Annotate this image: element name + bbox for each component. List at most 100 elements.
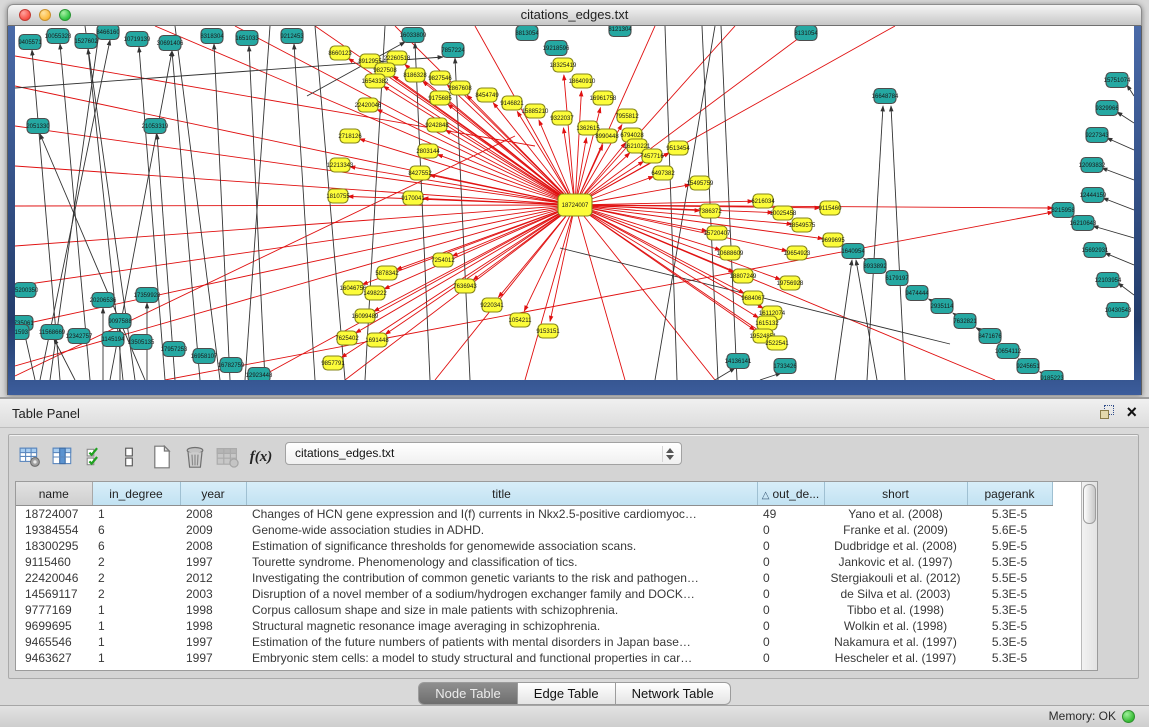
cell-in_degree: 1	[92, 634, 180, 650]
network-window: citations_edges.txt 86601238912955222605…	[7, 4, 1142, 395]
graph-node-label: 9146821	[500, 101, 524, 107]
citation-edge-red	[374, 205, 575, 311]
cell-name: 9115460	[16, 554, 92, 570]
column-header-title[interactable]: title	[246, 482, 757, 506]
citation-edge-black	[415, 43, 430, 380]
memory-ok-icon[interactable]	[1122, 710, 1135, 723]
cell-short: Franke et al. (2009)	[824, 522, 967, 538]
table-scrollbar-thumb[interactable]	[1083, 484, 1096, 524]
graph-node-label: 15692931	[1082, 248, 1109, 254]
table-row[interactable]: 2242004622012Investigating the contribut…	[16, 570, 1052, 586]
column-header-name[interactable]: name	[16, 482, 92, 506]
graph-node-label: 8131054	[794, 31, 818, 37]
graph-node-label: 1054211	[509, 318, 533, 324]
graph-node-label: 10025458	[770, 211, 797, 217]
table-panel-body: f(x) citations_edges.txt namein_degreeye…	[0, 428, 1149, 705]
column-header-out_de[interactable]: △out_de...	[757, 482, 824, 506]
node-table: namein_degreeyeartitle△out_de...shortpag…	[15, 481, 1098, 671]
cell-year: 1997	[180, 634, 246, 650]
select-all-rows-icon[interactable]	[81, 442, 111, 472]
graph-node-label: 8813054	[515, 31, 539, 37]
citation-network-canvas[interactable]: 8660123891295522260518982750881863289827…	[15, 26, 1134, 380]
table-row[interactable]: 911546021997Tourette syndrome. Phenomeno…	[16, 554, 1052, 570]
citation-edge-red	[155, 26, 575, 205]
table-row[interactable]: 1830029562008Estimation of significance …	[16, 538, 1052, 554]
graph-node-label: 7625402	[335, 336, 359, 342]
graph-node-label: 1691448	[365, 338, 389, 344]
table-row[interactable]: 1872400712008Changes of HCN gene express…	[16, 506, 1052, 523]
close-window-icon[interactable]	[19, 9, 31, 21]
graph-node-label: 16210643	[1070, 221, 1097, 227]
cell-year: 2003	[180, 586, 246, 602]
table-row[interactable]: 977716911998Corpus callosum shape and si…	[16, 602, 1052, 618]
citation-edge-black	[1118, 283, 1134, 295]
cell-pagerank: 5.3E-5	[967, 506, 1052, 523]
cell-year: 1998	[180, 602, 246, 618]
cell-pagerank: 5.3E-5	[967, 586, 1052, 602]
table-tabs: Node Table Edge Table Network Table	[9, 682, 1140, 705]
import-table-icon	[213, 442, 243, 472]
table-settings-icon[interactable]	[15, 442, 45, 472]
cell-pagerank: 5.3E-5	[967, 650, 1052, 666]
graph-node-label: 8318304	[200, 34, 224, 40]
tab-edge-table[interactable]: Edge Table	[518, 682, 616, 705]
delete-table-icon[interactable]	[180, 442, 210, 472]
table-selector-dropdown[interactable]: citations_edges.txt	[285, 442, 682, 465]
table-row[interactable]: 946554611997Estimation of the future num…	[16, 634, 1052, 650]
graph-node-label: 1651033	[235, 36, 259, 42]
table-row[interactable]: 1456911722003Disruption of a novel membe…	[16, 586, 1052, 602]
table-row[interactable]: 946362711997Embryonic stem cells: a mode…	[16, 650, 1052, 666]
window-titlebar[interactable]: citations_edges.txt	[7, 4, 1142, 26]
zoom-window-icon[interactable]	[59, 9, 71, 21]
graph-node-label: 6216034	[751, 199, 775, 205]
graph-node-label: 18549575	[789, 223, 816, 229]
table-row[interactable]: 969969511998Structural magnetic resonanc…	[16, 618, 1052, 634]
graph-node-label: 13505135	[128, 340, 155, 346]
new-table-icon[interactable]	[147, 442, 177, 472]
graph-node-label: 19654923	[784, 251, 811, 257]
clear-selection-icon[interactable]	[114, 442, 144, 472]
table-scrollbar[interactable]	[1081, 482, 1097, 670]
float-panel-icon[interactable]	[1100, 405, 1114, 419]
minimize-window-icon[interactable]	[39, 9, 51, 21]
cell-name: 9463627	[16, 650, 92, 666]
graph-node-label: 9684067	[741, 296, 765, 302]
graph-node-label: 9185223	[1040, 376, 1064, 380]
graph-node-label: 9227343	[1085, 133, 1109, 139]
select-column-icon[interactable]	[48, 442, 78, 472]
graph-node-label: 10430543	[1105, 308, 1132, 314]
cell-title: Genome-wide association studies in ADHD.	[246, 522, 757, 538]
tab-node-table[interactable]: Node Table	[418, 682, 518, 705]
graph-node-label: 7857224	[441, 48, 465, 54]
graph-node-label: 17359928	[134, 293, 161, 299]
graph-node-label: 8466160	[96, 30, 120, 36]
citation-edge-black	[1093, 226, 1134, 238]
column-header-short[interactable]: short	[824, 482, 967, 506]
tab-network-table[interactable]: Network Table	[616, 682, 731, 705]
column-header-year[interactable]: year	[180, 482, 246, 506]
graph-node-label: 10055328	[45, 34, 72, 40]
citation-edge-red	[15, 205, 575, 366]
cell-short: de Silva et al. (2003)	[824, 586, 967, 602]
graph-node-label: 15495759	[687, 181, 714, 187]
function-builder-icon[interactable]: f(x)	[246, 442, 276, 472]
status-bar: Memory: OK	[0, 705, 1149, 727]
cell-pagerank: 5.9E-5	[967, 538, 1052, 554]
graph-node-label: 18807249	[730, 274, 757, 280]
table-row[interactable]: 1938455462009Genome-wide association stu…	[16, 522, 1052, 538]
citation-edge-red	[15, 166, 575, 205]
graph-node-label: 1362615	[576, 126, 600, 132]
column-header-pagerank[interactable]: pagerank	[967, 482, 1052, 506]
cell-in_degree: 1	[92, 650, 180, 666]
citation-edge-black	[1105, 253, 1134, 265]
graph-node-label: 1733426	[773, 364, 797, 370]
graph-node-label: 1145194	[102, 337, 126, 343]
citation-edge-red	[575, 205, 715, 380]
column-header-in_degree[interactable]: in_degree	[92, 482, 180, 506]
table-toolbar: f(x)	[15, 439, 279, 475]
close-panel-icon[interactable]: ×	[1126, 405, 1137, 419]
graph-node-label: 16782759	[218, 363, 245, 369]
cell-out_de: 0	[757, 650, 824, 666]
citation-edge-red	[383, 86, 575, 205]
graph-node-label: 8471676	[978, 334, 1002, 340]
